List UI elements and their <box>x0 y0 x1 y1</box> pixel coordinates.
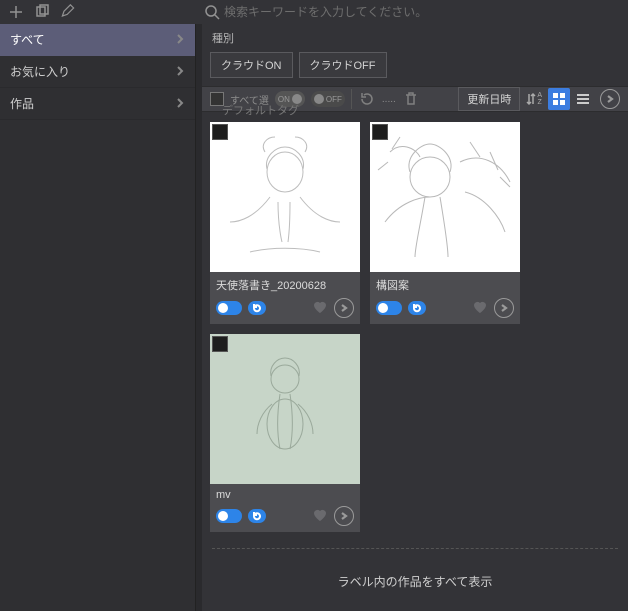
work-card[interactable]: 構図案 <box>370 122 520 324</box>
thumbnail[interactable] <box>210 122 360 272</box>
duplicate-icon[interactable] <box>34 4 50 20</box>
top-toolbar <box>0 0 628 24</box>
ellipsis: ..... <box>382 94 396 105</box>
select-all-label: すべて選 <box>230 92 269 107</box>
search-input[interactable] <box>224 5 624 19</box>
sidebar-item-label: お気に入り <box>10 63 70 80</box>
works-grid: 天使落書き_20200628 <box>202 112 628 542</box>
select-all-checkbox[interactable] <box>210 92 224 106</box>
sidebar-item-all[interactable]: すべて <box>0 24 195 56</box>
chevron-right-icon <box>175 65 185 79</box>
sync-toggle[interactable] <box>216 509 242 523</box>
work-card[interactable]: 天使落書き_20200628 <box>210 122 360 324</box>
content-pane: 種別 クラウドON クラウドOFF デフォルトタグ すべて選 ON OFF ..… <box>202 24 628 611</box>
thumbnail[interactable] <box>210 334 360 484</box>
sync-toggle[interactable] <box>216 301 242 315</box>
card-checkbox[interactable] <box>212 124 228 140</box>
work-card[interactable]: mv <box>210 334 360 532</box>
card-title: 構図案 <box>370 272 520 295</box>
favorite-icon[interactable] <box>312 299 328 318</box>
sidebar-item-works[interactable]: 作品 <box>0 88 195 120</box>
sidebar-item-favorites[interactable]: お気に入り <box>0 56 195 88</box>
sidebar: すべて お気に入り 作品 <box>0 24 196 611</box>
card-open[interactable] <box>494 298 514 318</box>
bulk-toggle-on[interactable]: ON <box>275 91 305 107</box>
filter-section-label: 種別 <box>202 24 628 50</box>
view-list[interactable] <box>572 88 594 110</box>
expand-panel[interactable] <box>600 89 620 109</box>
filter-cloud-on[interactable]: クラウドON <box>210 52 293 78</box>
card-open[interactable] <box>334 506 354 526</box>
filter-cloud-off[interactable]: クラウドOFF <box>299 52 387 78</box>
chevron-right-icon <box>175 97 185 111</box>
sync-toggle[interactable] <box>376 301 402 315</box>
search-icon[interactable] <box>204 4 220 20</box>
card-open[interactable] <box>334 298 354 318</box>
show-all-link[interactable]: ラベル内の作品をすべて表示 <box>202 555 628 611</box>
sync-icon <box>408 301 426 315</box>
card-checkbox[interactable] <box>212 336 228 352</box>
sort-direction[interactable]: AZ <box>526 92 542 106</box>
card-title: mv <box>210 484 360 503</box>
favorite-icon[interactable] <box>472 299 488 318</box>
trash-icon[interactable] <box>402 90 420 108</box>
divider <box>212 548 618 549</box>
sync-icon <box>248 509 266 523</box>
sidebar-item-label: すべて <box>10 31 45 48</box>
card-title: 天使落書き_20200628 <box>210 272 360 295</box>
refresh-icon[interactable] <box>358 90 376 108</box>
divider <box>351 89 352 109</box>
sync-icon <box>248 301 266 315</box>
add-icon[interactable] <box>8 4 24 20</box>
sort-dropdown[interactable]: 更新日時 <box>458 87 520 111</box>
favorite-icon[interactable] <box>312 507 328 526</box>
list-toolbar: すべて選 ON OFF ..... 更新日時 AZ <box>202 86 628 112</box>
thumbnail[interactable] <box>370 122 520 272</box>
sidebar-item-label: 作品 <box>10 95 34 112</box>
view-grid[interactable] <box>548 88 570 110</box>
edit-icon[interactable] <box>60 4 76 20</box>
bulk-toggle-off[interactable]: OFF <box>311 91 345 107</box>
card-checkbox[interactable] <box>372 124 388 140</box>
chevron-right-icon <box>175 33 185 47</box>
